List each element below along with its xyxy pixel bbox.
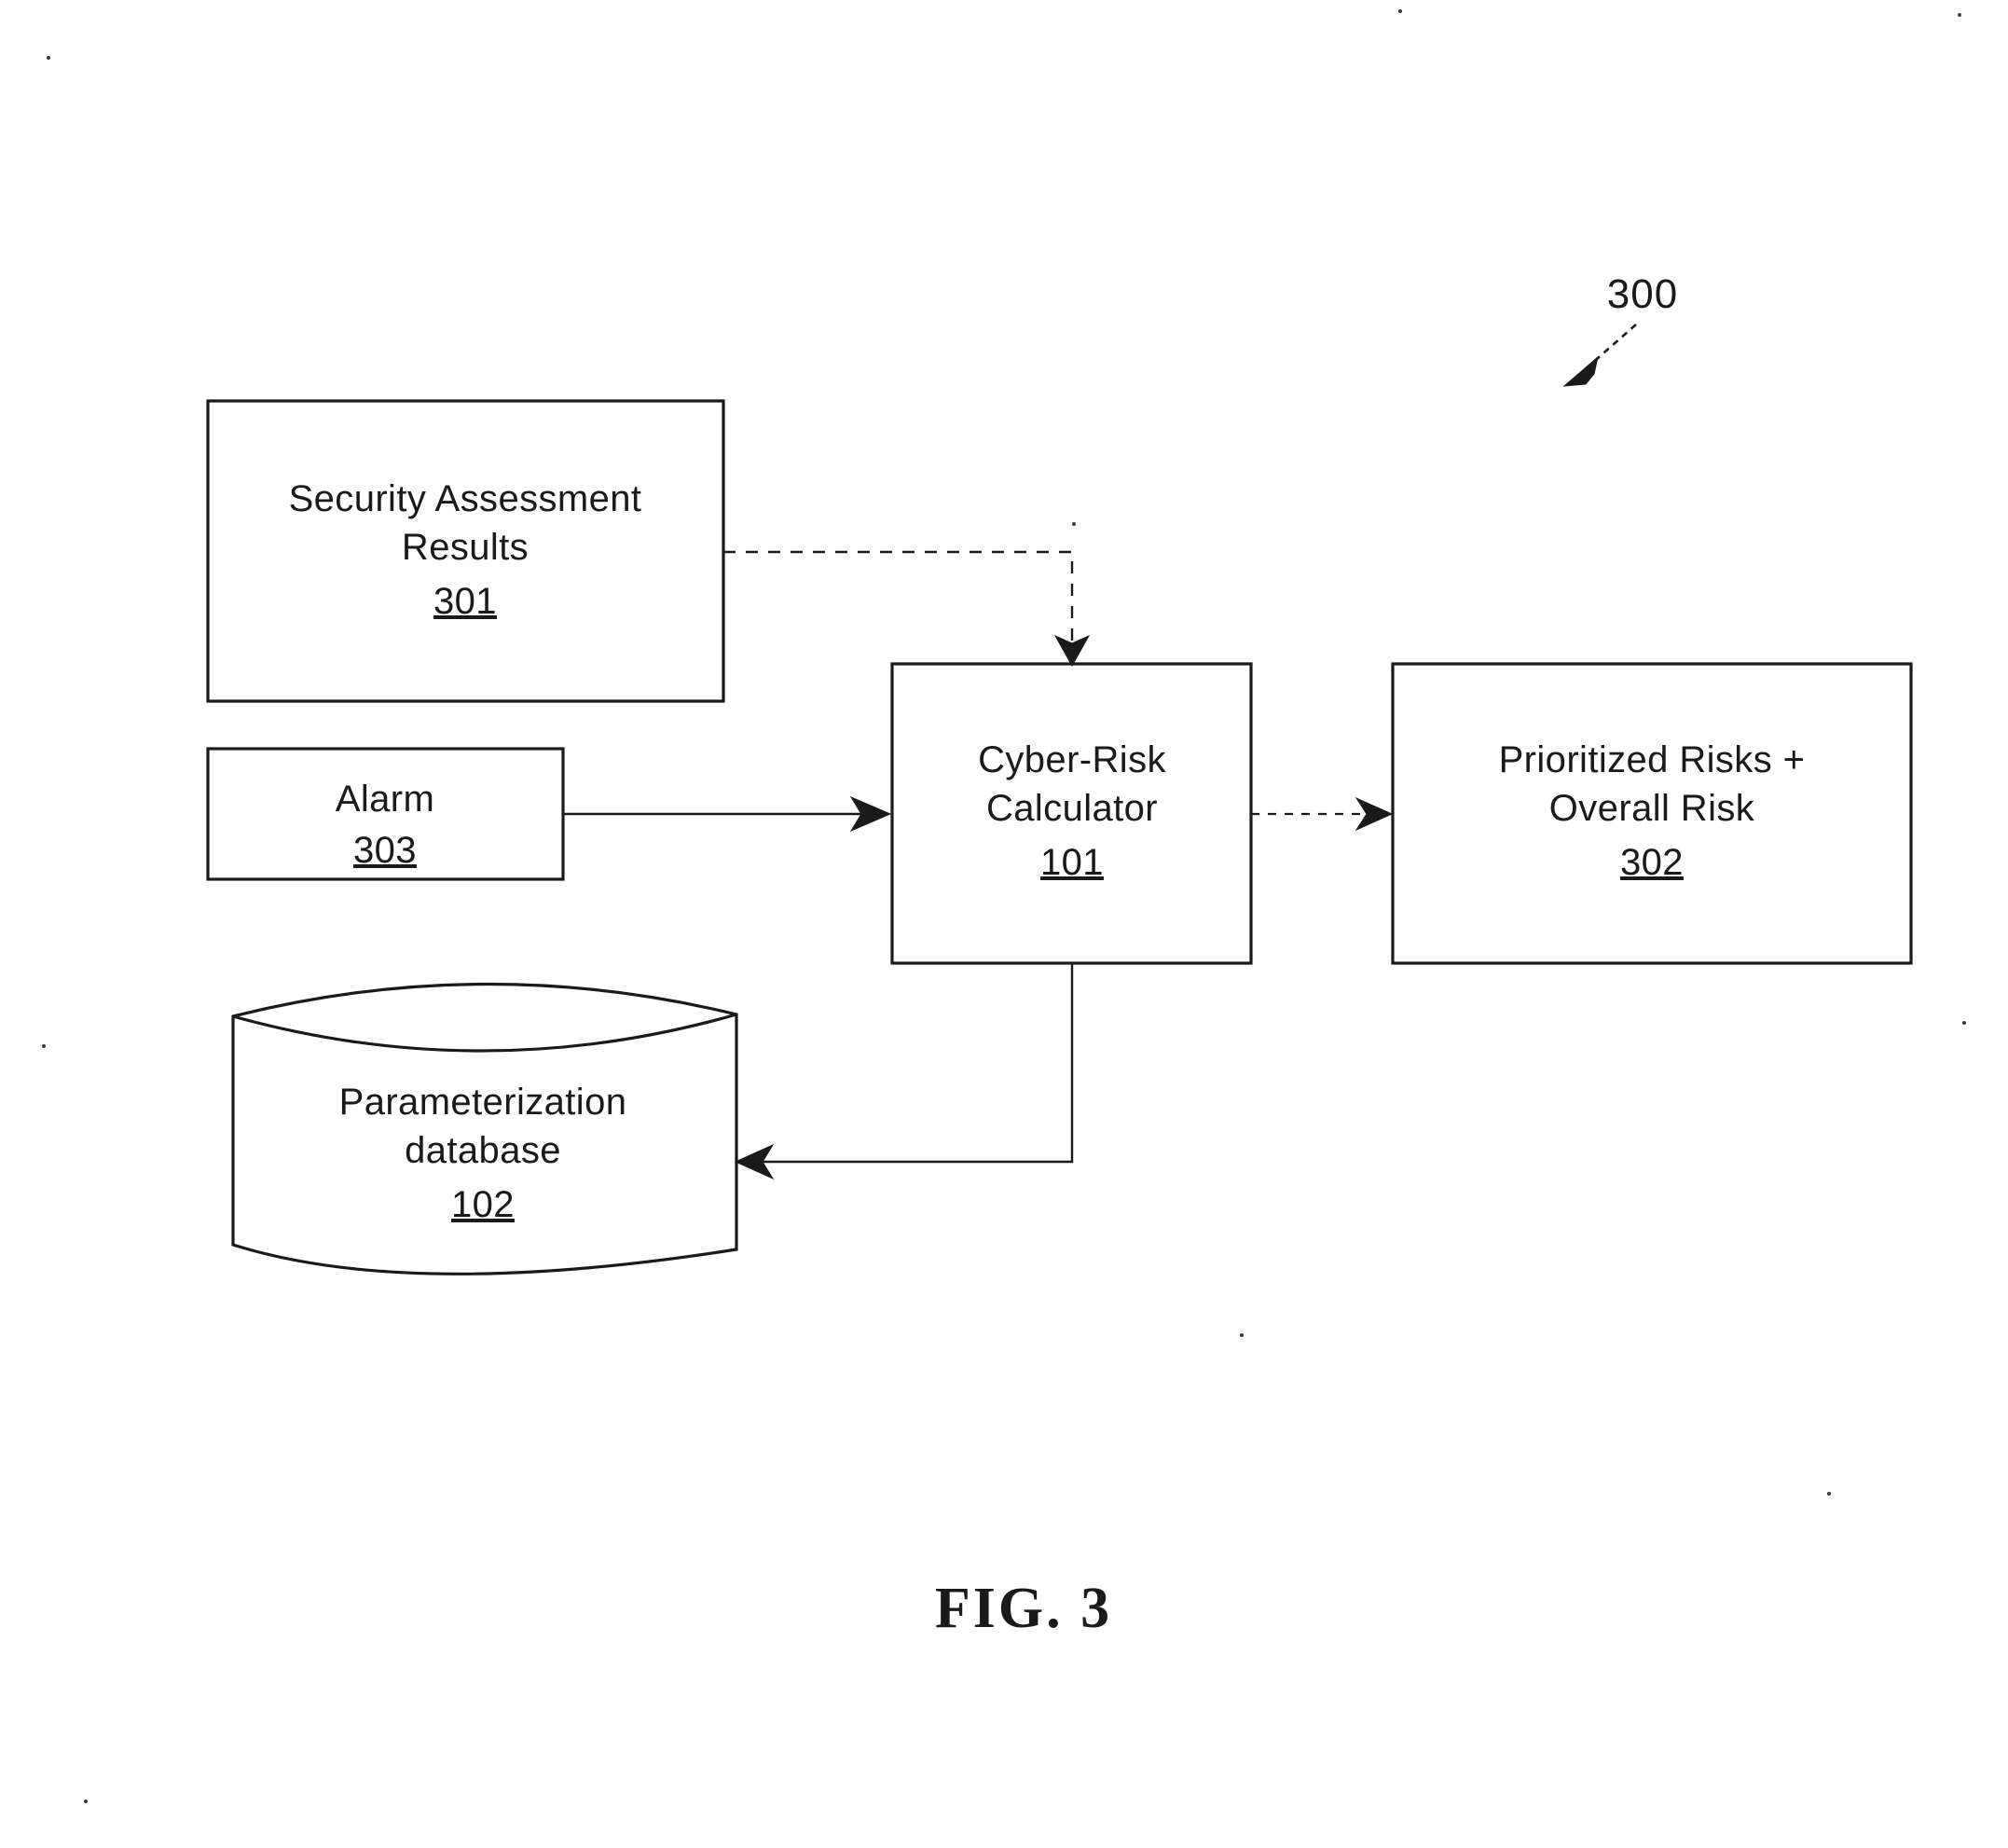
patent-figure: 300 Security Assessment Results 301 Alar… — [0, 0, 2008, 1848]
prioritized-risks-label-line2: Overall Risk — [1549, 788, 1755, 829]
parameterization-database-label-line1: Parameterization — [339, 1082, 627, 1123]
node-prioritized-risks[interactable]: Prioritized Risks + Overall Risk 302 — [1391, 662, 1913, 965]
cyber-risk-calculator-label-line1: Cyber-Risk — [978, 739, 1166, 780]
figure-caption: FIG. 3 — [935, 1577, 1112, 1640]
cyber-risk-calculator-ref: 101 — [1040, 842, 1104, 883]
scan-speck — [1962, 1021, 1966, 1025]
parameterization-database-label-line2: database — [405, 1130, 561, 1171]
connector-calculator-to-parameterization-database — [734, 963, 1074, 1180]
prioritized-risks-label-line1: Prioritized Risks + — [1499, 739, 1806, 780]
scan-speck — [42, 1044, 46, 1048]
node-parameterization-database[interactable]: Parameterization database 102 — [231, 982, 738, 1276]
figure-reference-arrowhead — [1562, 355, 1599, 387]
figure-reference-callout: 300 — [1562, 271, 1678, 387]
connector-security-assessment-to-calculator — [723, 550, 1091, 668]
security-assessment-results-ref: 301 — [433, 581, 497, 622]
connector-calculator-to-prioritized-risks-arrowhead — [1355, 796, 1394, 832]
alarm-label: Alarm — [336, 779, 434, 820]
cyber-risk-calculator-label-line2: Calculator — [986, 788, 1158, 829]
prioritized-risks-ref: 302 — [1620, 842, 1684, 883]
connector-security-assessment-to-calculator-path — [723, 550, 1074, 653]
scan-speck — [1827, 1492, 1831, 1496]
node-security-assessment-results[interactable]: Security Assessment Results 301 — [206, 399, 725, 703]
node-cyber-risk-calculator[interactable]: Cyber-Risk Calculator 101 — [890, 662, 1253, 965]
alarm-ref: 303 — [353, 830, 417, 871]
connector-alarm-to-calculator — [563, 795, 892, 833]
scan-speck — [47, 56, 50, 60]
parameterization-database-cylinder-body[interactable] — [231, 982, 738, 1276]
scan-speck — [1240, 1333, 1244, 1337]
scan-speck — [84, 1800, 88, 1803]
scan-speck — [1072, 522, 1076, 526]
connector-calculator-to-parameterization-database-path — [760, 963, 1074, 1164]
block-diagram: 300 Security Assessment Results 301 Alar… — [206, 271, 1913, 1640]
security-assessment-results-label-line2: Results — [402, 527, 529, 568]
scan-speck — [1958, 13, 1961, 17]
security-assessment-results-label-line1: Security Assessment — [289, 478, 642, 519]
parameterization-database-ref: 102 — [451, 1184, 515, 1225]
scan-speck — [1398, 9, 1402, 13]
node-alarm[interactable]: Alarm 303 — [206, 747, 565, 881]
connector-calculator-to-prioritized-risks — [1251, 796, 1394, 832]
figure-reference-label: 300 — [1607, 271, 1678, 317]
